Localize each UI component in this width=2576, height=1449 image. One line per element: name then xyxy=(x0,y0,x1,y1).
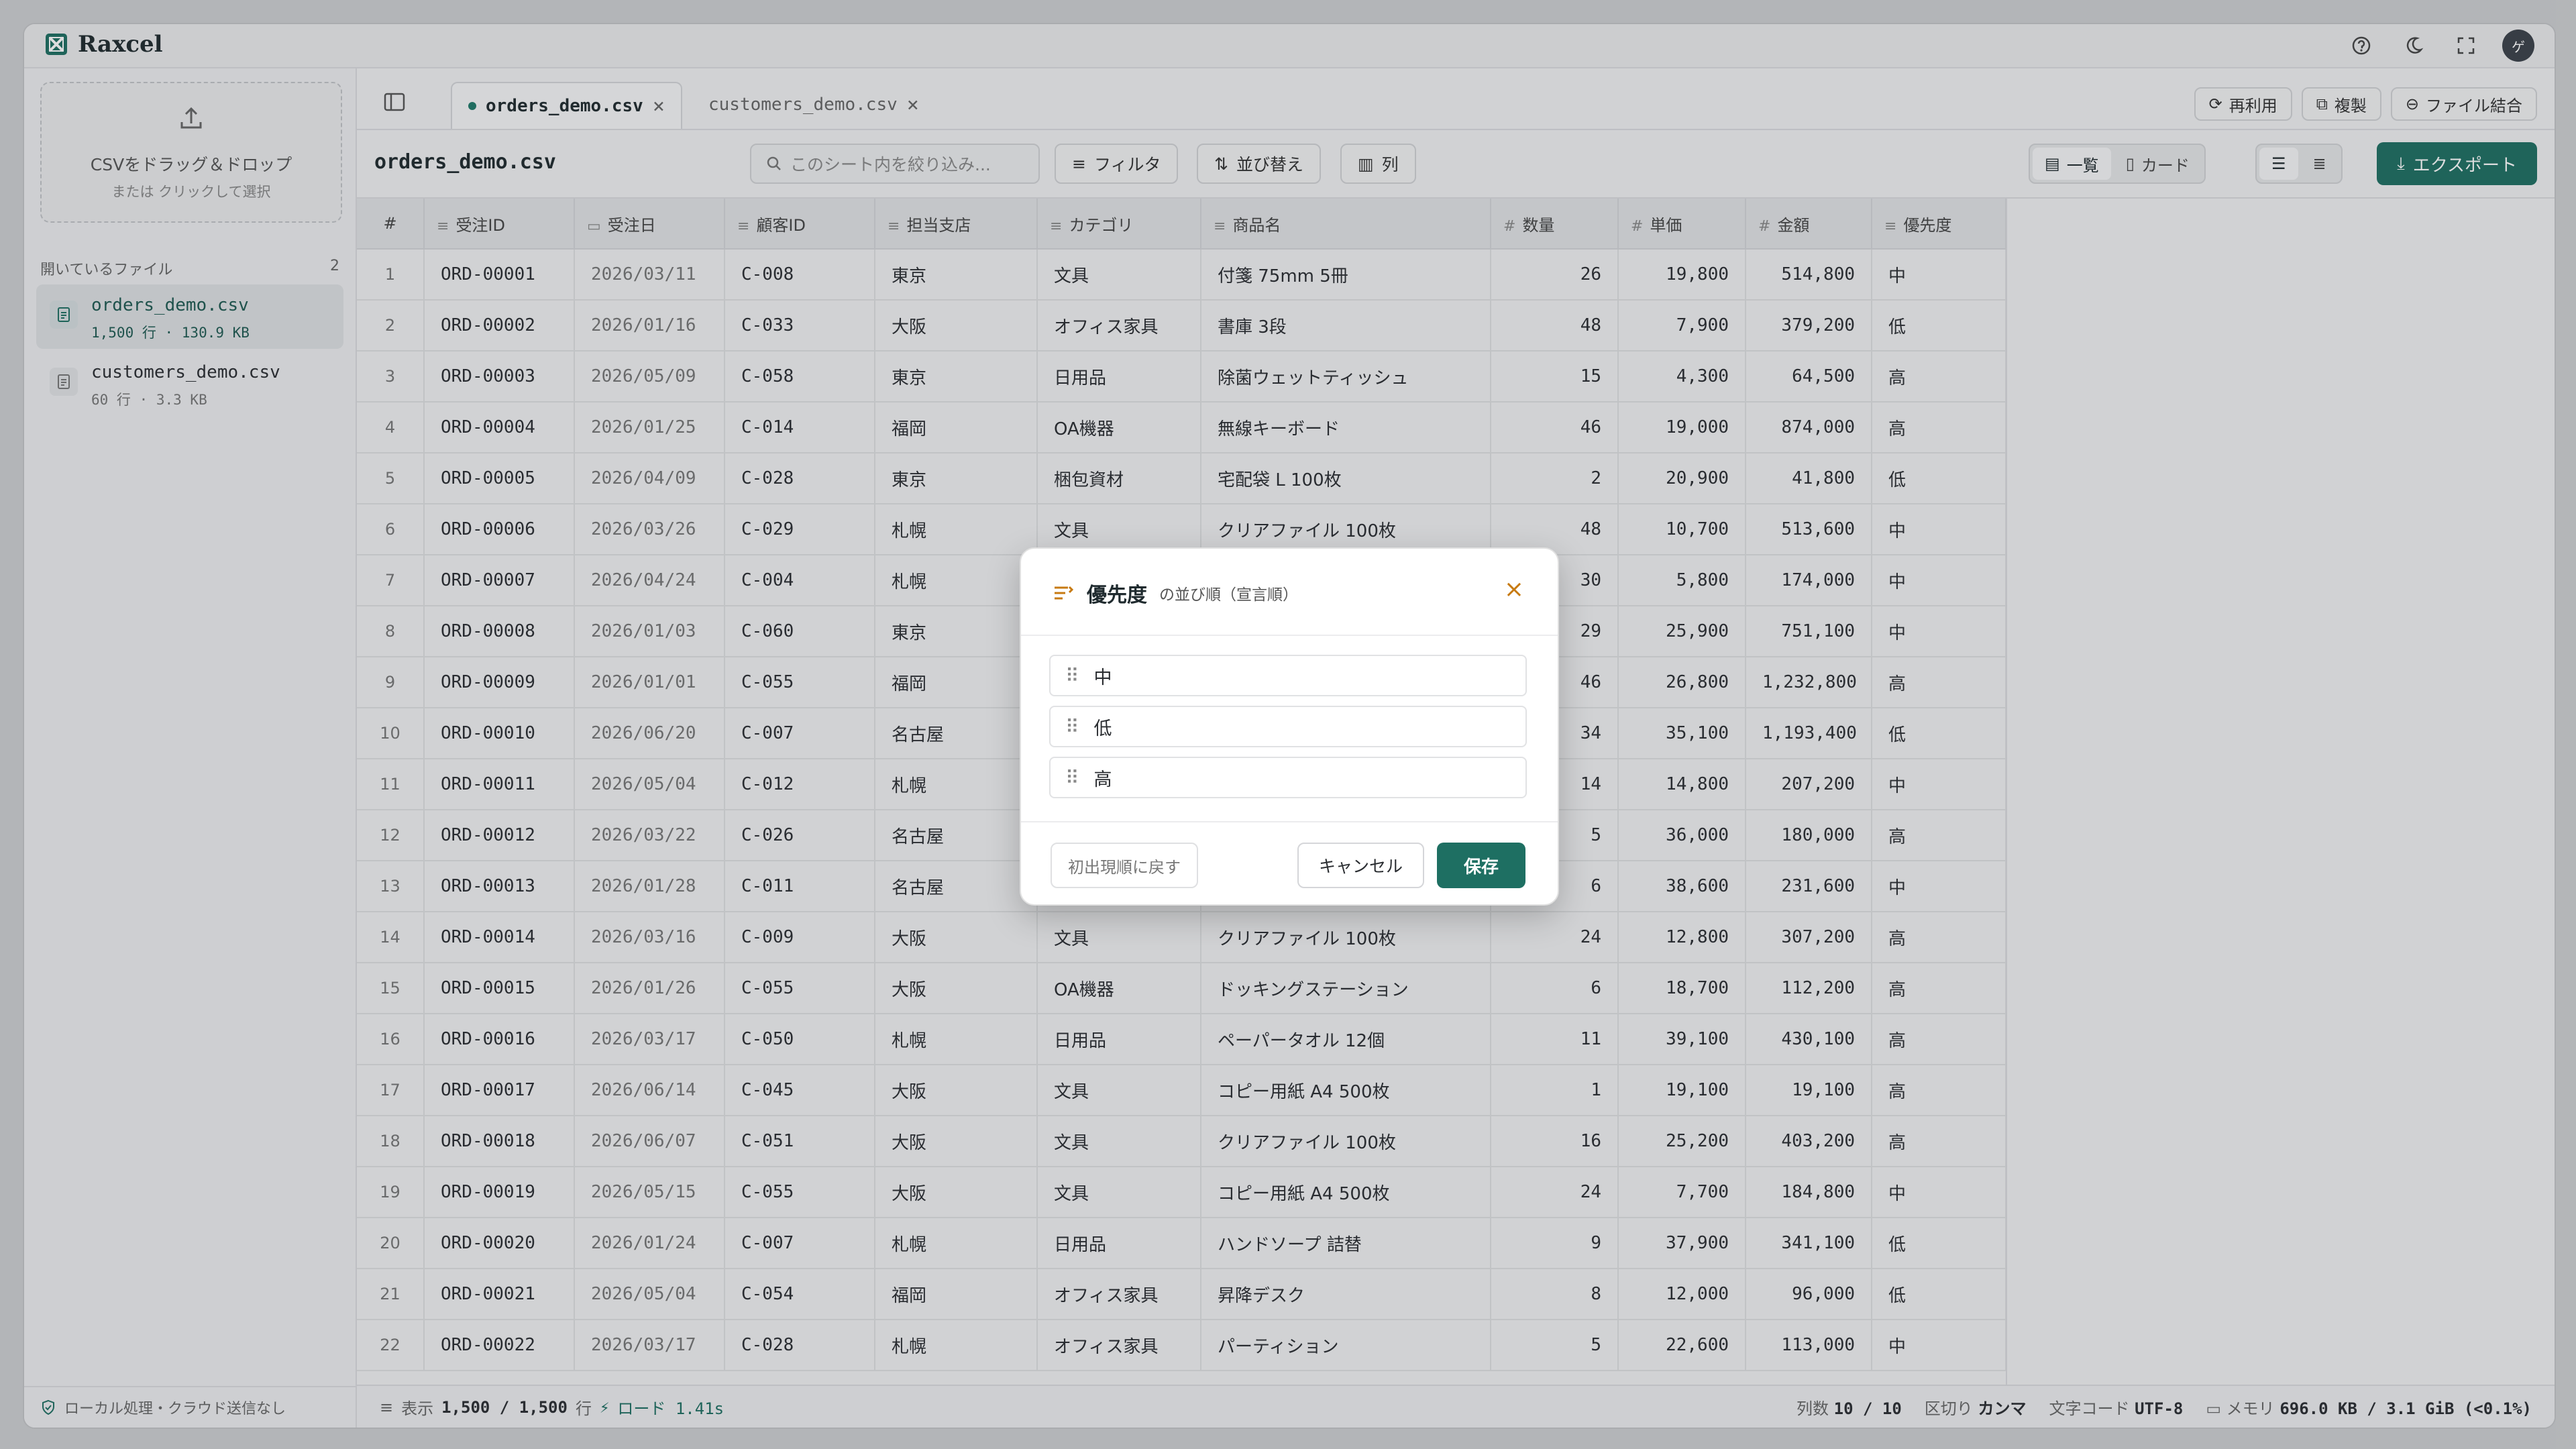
sort-order-icon xyxy=(1055,586,1074,600)
drag-handle-icon[interactable]: ⠿ xyxy=(1065,767,1079,789)
drag-handle-icon[interactable]: ⠿ xyxy=(1065,665,1079,687)
save-button[interactable]: 保存 xyxy=(1437,843,1525,888)
order-item-label: 高 xyxy=(1093,769,1112,790)
cancel-button[interactable]: キャンセル xyxy=(1297,843,1425,888)
sort-order-dialog: 優先度 の並び順（宣言順） × ⠿ 中 ⠿ 低 ⠿ 高 初出現順に戻す キャンセ… xyxy=(1020,547,1559,906)
dialog-title-sub: の並び順（宣言順） xyxy=(1159,586,1298,604)
order-item[interactable]: ⠿ 高 xyxy=(1049,757,1527,798)
dialog-header: 優先度 の並び順（宣言順） × xyxy=(1021,549,1558,636)
order-item[interactable]: ⠿ 中 xyxy=(1049,655,1527,696)
dialog-footer: 初出現順に戻す キャンセル 保存 xyxy=(1021,821,1558,904)
dialog-title-column: 優先度 xyxy=(1087,584,1147,607)
order-item-label: 中 xyxy=(1093,667,1112,688)
drag-handle-icon[interactable]: ⠿ xyxy=(1065,716,1079,738)
dialog-title: 優先度 の並び順（宣言順） xyxy=(1052,578,1298,608)
close-icon[interactable]: × xyxy=(1504,576,1524,603)
order-item[interactable]: ⠿ 低 xyxy=(1049,706,1527,747)
reset-order-button[interactable]: 初出現順に戻す xyxy=(1051,843,1198,888)
order-item-label: 低 xyxy=(1093,718,1112,739)
